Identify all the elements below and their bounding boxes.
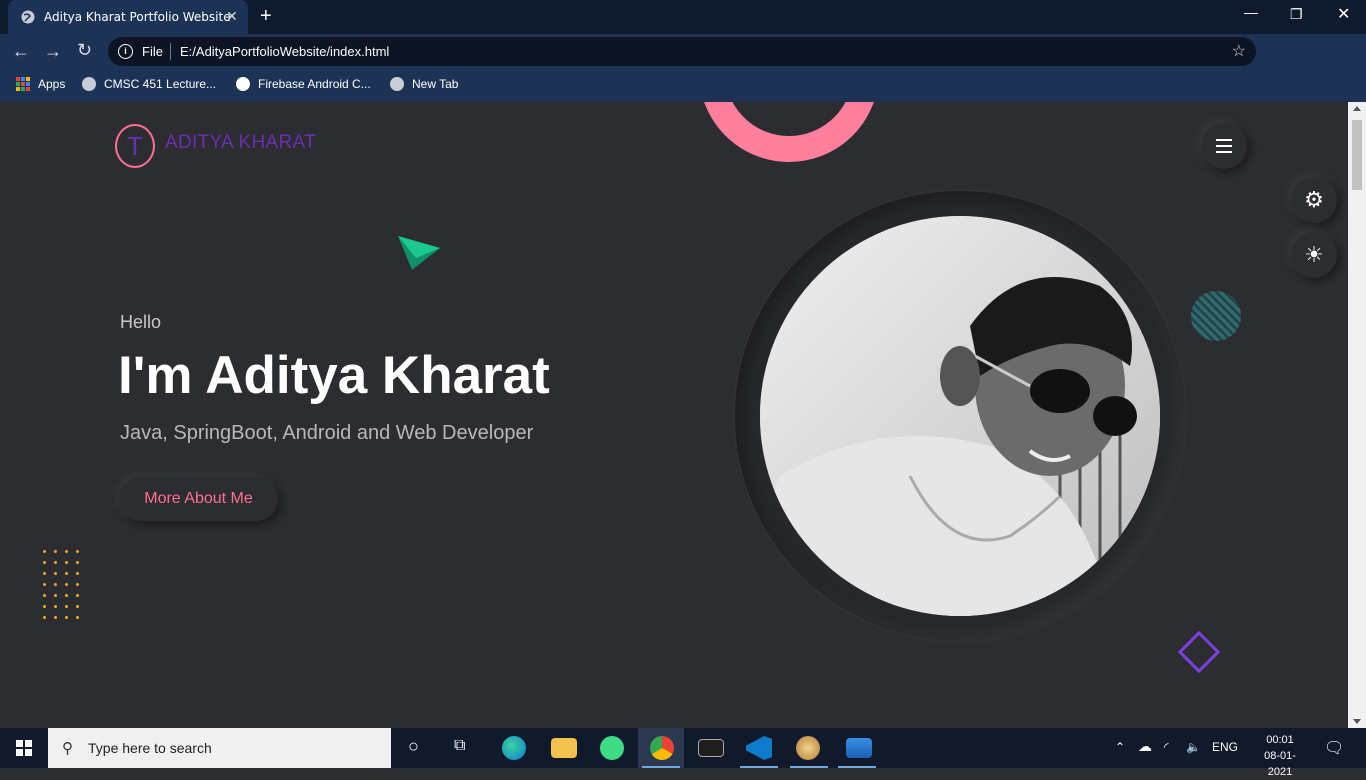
cortana-icon[interactable]: ○ [408,736,419,757]
close-tab-icon[interactable]: ✕ [226,8,238,25]
windows-taskbar: ⚲ Type here to search ○ ⧉ ⌃ ☁ ◜ 🔈 ENG 00… [0,728,1366,778]
new-tab-button[interactable]: + [260,5,272,28]
task-view-icon[interactable]: ⧉ [454,737,465,755]
taskbar-search-box[interactable]: ⚲ Type here to search [48,728,391,768]
scroll-down-arrow-icon[interactable] [1353,719,1361,724]
bookmarks-bar: Apps CMSC 451 Lecture... Firebase Androi… [0,68,1366,102]
volume-icon[interactable]: 🔈 [1186,740,1201,754]
bookmark-star-icon[interactable]: ☆ [1232,41,1246,61]
browser-tab-strip: Aditya Kharat Portfolio Website ✕ + — ❐ … [0,0,1366,34]
address-bar[interactable]: i File E:/AdityaPortfolioWebsite/index.h… [108,37,1256,66]
chrome-icon[interactable] [650,736,674,760]
url-text[interactable]: E:/AdityaPortfolioWebsite/index.html [180,44,389,59]
file-explorer-icon[interactable] [551,738,577,758]
vscode-icon[interactable] [746,736,772,760]
bookmark-label: Firebase Android C... [258,77,371,91]
scroll-up-arrow-icon[interactable] [1353,106,1361,111]
decorative-striped-circle [1191,291,1241,341]
language-indicator[interactable]: ENG [1212,740,1238,754]
decorative-diamond [1177,630,1221,674]
wifi-icon[interactable]: ◜ [1164,740,1169,754]
windows-start-icon[interactable] [16,740,32,756]
minimize-icon[interactable]: — [1244,4,1258,20]
scrollbar-thumb[interactable] [1352,120,1362,190]
tab-title: Aditya Kharat Portfolio Website [44,10,231,24]
paint-icon[interactable] [796,736,820,760]
browser-toolbar: ← → ↻ i File E:/AdityaPortfolioWebsite/i… [0,34,1366,103]
page-scrollbar[interactable] [1348,102,1366,728]
bookmark-label: New Tab [412,77,459,91]
decorative-pink-ring [699,102,879,162]
greeting-text: Hello [120,312,162,332]
bookmark-label: Apps [38,77,66,91]
globe-icon [390,77,404,91]
apps-grid-icon [16,77,30,91]
address-scheme-label: File [142,44,163,59]
globe-icon [21,10,35,24]
bookmark-label: CMSC 451 Lecture... [104,77,217,91]
hero-headline: I'm Aditya Kharat [118,346,550,405]
bookmark-apps[interactable]: Apps [16,77,65,91]
logo-mark[interactable]: T [115,124,155,168]
profile-photo [760,216,1160,616]
clock-time: 00:01 [1266,734,1294,746]
notification-center-icon[interactable]: 🗨 [1324,738,1344,758]
clock-date: 08-01-2021 [1264,750,1296,778]
terminal-icon[interactable] [698,739,724,757]
decorative-dot-grid [43,550,79,619]
globe-icon [82,77,96,91]
bookmark-cmsc[interactable]: CMSC 451 Lecture... [82,77,216,91]
search-icon: ⚲ [62,740,73,757]
site-info-icon[interactable]: i [118,44,133,59]
bookmark-firebase[interactable]: Firebase Android C... [236,77,371,91]
photos-icon[interactable] [846,738,872,758]
address-divider [170,43,171,60]
settings-gear-icon[interactable]: ⚙ [1291,177,1337,223]
reload-icon[interactable]: ↻ [77,41,92,59]
close-window-icon[interactable]: ✕ [1337,4,1350,24]
logo-text[interactable]: ADITYA KHARAT [165,132,316,154]
onedrive-cloud-icon[interactable]: ☁ [1138,738,1152,755]
hero-subheadline: Java, SpringBoot, Android and Web Develo… [120,422,534,444]
search-placeholder: Type here to search [88,740,212,756]
forward-icon[interactable]: → [44,42,62,60]
back-icon[interactable]: ← [12,42,30,60]
decorative-triangle [398,236,440,270]
browser-tab[interactable]: Aditya Kharat Portfolio Website ✕ [8,0,248,34]
maximize-icon[interactable]: ❐ [1290,6,1303,23]
edge-icon[interactable] [502,736,526,760]
chevron-up-icon[interactable]: ⌃ [1115,740,1125,754]
more-about-me-button[interactable]: More About Me [119,477,278,521]
firebase-icon [236,77,250,91]
android-studio-icon[interactable] [600,736,624,760]
bookmark-new-tab[interactable]: New Tab [390,77,458,91]
system-clock[interactable]: 00:01 08-01-2021 [1254,732,1306,780]
portfolio-page: T ADITYA KHARAT ⚙ ☀ Hello I'm Aditya Kha… [0,102,1348,728]
theme-toggle-sun-icon[interactable]: ☀ [1291,232,1337,278]
hamburger-menu-button[interactable] [1201,123,1247,169]
